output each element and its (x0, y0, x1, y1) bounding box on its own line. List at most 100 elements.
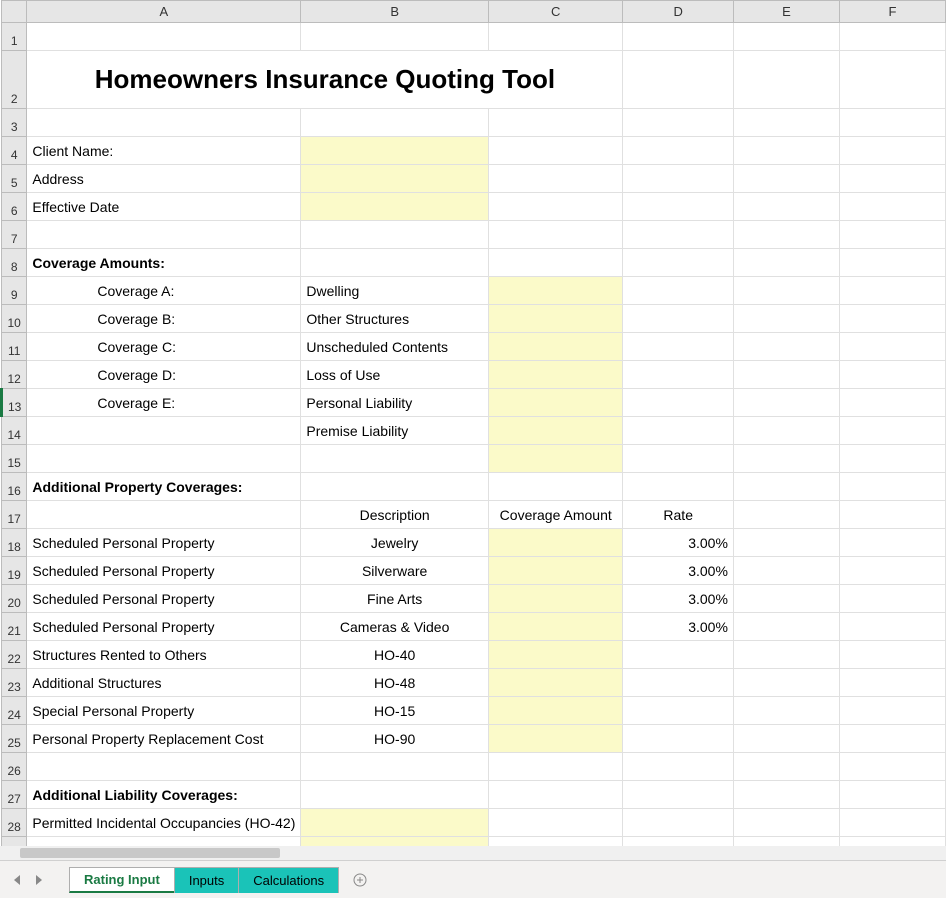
desc-other-structures[interactable]: Other Structures (301, 305, 489, 333)
label-coverage-b[interactable]: Coverage B: (27, 305, 301, 333)
cell-a1[interactable] (27, 23, 301, 51)
heading-coverage-amounts[interactable]: Coverage Amounts: (27, 249, 301, 277)
label-spp-silverware[interactable]: Scheduled Personal Property (27, 557, 301, 585)
row-header-20[interactable]: 20 (2, 585, 27, 613)
row-header-13[interactable]: 13 (2, 389, 27, 417)
label-ho90[interactable]: Personal Property Replacement Cost (27, 725, 301, 753)
col-coverage-amount[interactable]: Coverage Amount (488, 501, 623, 529)
row-header-21[interactable]: 21 (2, 613, 27, 641)
label-client-name[interactable]: Client Name: (27, 137, 301, 165)
heading-additional-property[interactable]: Additional Property Coverages: (27, 473, 301, 501)
label-coverage-d[interactable]: Coverage D: (27, 361, 301, 389)
input-coverage-c[interactable] (488, 333, 623, 361)
input-ho15[interactable] (488, 697, 623, 725)
tab-nav-next[interactable] (28, 869, 50, 891)
input-ho40[interactable] (488, 641, 623, 669)
input-address[interactable] (301, 165, 489, 193)
row-header-12[interactable]: 12 (2, 361, 27, 389)
desc-dwelling[interactable]: Dwelling (301, 277, 489, 305)
row-header-23[interactable]: 23 (2, 669, 27, 697)
col-header-c[interactable]: C (488, 1, 623, 23)
row-header-26[interactable]: 26 (2, 753, 27, 781)
row-header-16[interactable]: 16 (2, 473, 27, 501)
rate-jewelry[interactable]: 3.00% (623, 529, 733, 557)
desc-personal-liability[interactable]: Personal Liability (301, 389, 489, 417)
input-ho42[interactable] (301, 809, 489, 837)
label-ho15[interactable]: Special Personal Property (27, 697, 301, 725)
input-jewelry-amount[interactable] (488, 529, 623, 557)
label-ho42[interactable]: Permitted Incidental Occupancies (HO-42) (27, 809, 301, 837)
row-header-19[interactable]: 19 (2, 557, 27, 585)
row-header-3[interactable]: 3 (2, 109, 27, 137)
input-premise-liability[interactable] (488, 417, 623, 445)
row-header-4[interactable]: 4 (2, 137, 27, 165)
column-headers[interactable]: A B C D E F (2, 1, 946, 23)
add-sheet-button[interactable] (345, 867, 375, 893)
desc-premise-liability[interactable]: Premise Liability (301, 417, 489, 445)
desc-unscheduled-contents[interactable]: Unscheduled Contents (301, 333, 489, 361)
tab-inputs[interactable]: Inputs (174, 867, 239, 893)
title-cell[interactable]: Homeowners Insurance Quoting Tool (27, 51, 623, 109)
label-spp-jewelry[interactable]: Scheduled Personal Property (27, 529, 301, 557)
row-header-10[interactable]: 10 (2, 305, 27, 333)
label-coverage-e[interactable]: Coverage E: (27, 389, 301, 417)
row-header-15[interactable]: 15 (2, 445, 27, 473)
input-coverage-d[interactable] (488, 361, 623, 389)
chevron-left-icon (14, 875, 20, 885)
label-ho40[interactable]: Structures Rented to Others (27, 641, 301, 669)
col-description[interactable]: Description (301, 501, 489, 529)
heading-additional-liability[interactable]: Additional Liability Coverages: (27, 781, 301, 809)
desc-loss-of-use[interactable]: Loss of Use (301, 361, 489, 389)
row-header-18[interactable]: 18 (2, 529, 27, 557)
input-coverage-e[interactable] (488, 389, 623, 417)
row-header-7[interactable]: 7 (2, 221, 27, 249)
rate-cameras[interactable]: 3.00% (623, 613, 733, 641)
tab-rating-input[interactable]: Rating Input (69, 867, 175, 893)
row-header-24[interactable]: 24 (2, 697, 27, 725)
label-spp-cameras[interactable]: Scheduled Personal Property (27, 613, 301, 641)
label-ho48[interactable]: Additional Structures (27, 669, 301, 697)
input-finearts-amount[interactable] (488, 585, 623, 613)
row-header-5[interactable]: 5 (2, 165, 27, 193)
col-rate[interactable]: Rate (623, 501, 733, 529)
spreadsheet-grid[interactable]: A B C D E F 1 2Homeowners Insurance Quot… (0, 0, 946, 860)
input-client-name[interactable] (301, 137, 489, 165)
label-effective-date[interactable]: Effective Date (27, 193, 301, 221)
input-effective-date[interactable] (301, 193, 489, 221)
row-header-1[interactable]: 1 (2, 23, 27, 51)
col-header-b[interactable]: B (301, 1, 489, 23)
row-header-14[interactable]: 14 (2, 417, 27, 445)
row-header-25[interactable]: 25 (2, 725, 27, 753)
select-all-corner[interactable] (2, 1, 27, 23)
row-header-28[interactable]: 28 (2, 809, 27, 837)
rate-finearts[interactable]: 3.00% (623, 585, 733, 613)
col-header-d[interactable]: D (623, 1, 733, 23)
chevron-right-icon (36, 875, 42, 885)
input-coverage-a[interactable] (488, 277, 623, 305)
row-header-6[interactable]: 6 (2, 193, 27, 221)
rate-silverware[interactable]: 3.00% (623, 557, 733, 585)
row-header-2[interactable]: 2 (2, 51, 27, 109)
input-cameras-amount[interactable] (488, 613, 623, 641)
row-header-27[interactable]: 27 (2, 781, 27, 809)
label-coverage-c[interactable]: Coverage C: (27, 333, 301, 361)
row-header-17[interactable]: 17 (2, 501, 27, 529)
row-header-8[interactable]: 8 (2, 249, 27, 277)
col-header-f[interactable]: F (839, 1, 945, 23)
col-header-e[interactable]: E (733, 1, 839, 23)
label-address[interactable]: Address (27, 165, 301, 193)
row-header-9[interactable]: 9 (2, 277, 27, 305)
tab-nav-prev[interactable] (6, 869, 28, 891)
input-ho48[interactable] (488, 669, 623, 697)
tab-calculations[interactable]: Calculations (238, 867, 339, 893)
input-silverware-amount[interactable] (488, 557, 623, 585)
row-header-22[interactable]: 22 (2, 641, 27, 669)
label-coverage-a[interactable]: Coverage A: (27, 277, 301, 305)
label-spp-finearts[interactable]: Scheduled Personal Property (27, 585, 301, 613)
input-ho90[interactable] (488, 725, 623, 753)
horizontal-scrollbar[interactable] (0, 846, 946, 860)
row-header-11[interactable]: 11 (2, 333, 27, 361)
input-coverage-b[interactable] (488, 305, 623, 333)
col-header-a[interactable]: A (27, 1, 301, 23)
scrollbar-thumb[interactable] (20, 848, 280, 858)
